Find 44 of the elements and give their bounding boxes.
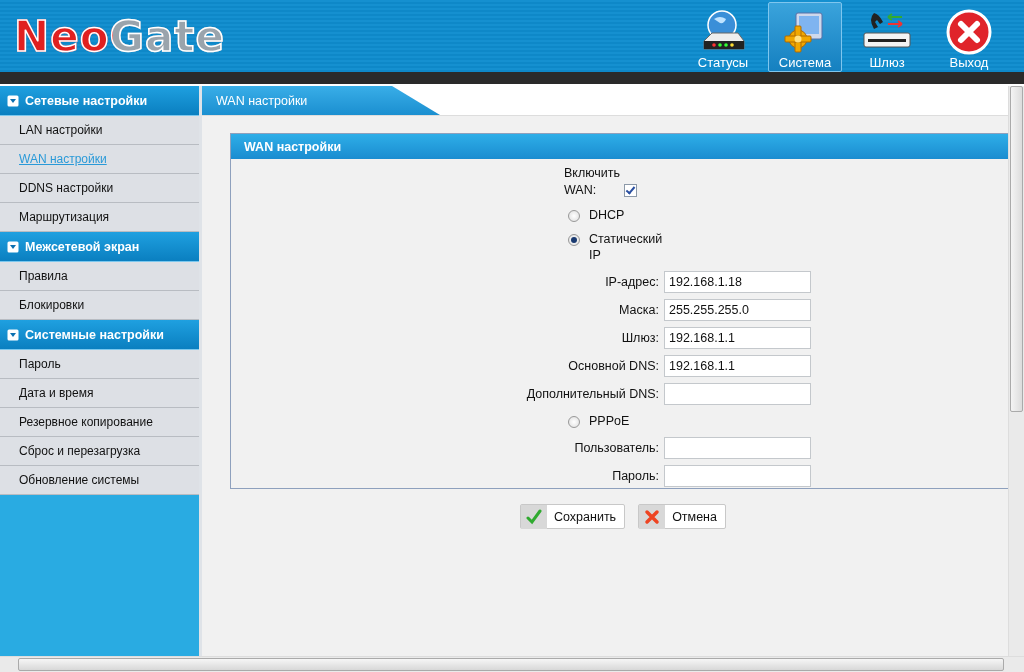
section-header[interactable]: Межсетевой экран — [0, 232, 199, 262]
field-label: IP-адрес: — [604, 275, 659, 289]
radio-label: PPPoE — [589, 413, 631, 429]
checkbox[interactable] — [624, 184, 637, 197]
input-field[interactable]: 192.168.1.18 — [664, 271, 811, 293]
sidebar-link[interactable]: Правила — [19, 269, 68, 283]
input-field[interactable] — [664, 437, 811, 459]
checkbox-label: Включить WAN: — [564, 165, 620, 199]
check-icon — [521, 504, 547, 529]
radio-label: DHCP — [589, 207, 626, 223]
input-field[interactable]: 192.168.1.1 — [664, 327, 811, 349]
collapse-icon — [7, 328, 19, 341]
sidebar-link[interactable]: Дата и время — [19, 386, 94, 400]
input-field[interactable] — [664, 383, 811, 405]
nav-button[interactable]: Система — [768, 2, 842, 72]
section-header[interactable]: Системные настройки — [0, 320, 199, 350]
nav-button[interactable]: Статусы — [686, 2, 760, 72]
collapse-icon — [7, 94, 19, 107]
scrollbar-thumb[interactable] — [18, 658, 1004, 671]
section-header[interactable]: Сетевые настройки — [0, 86, 199, 116]
collapse-icon — [7, 240, 19, 253]
field-label: Основной DNS: — [567, 359, 659, 373]
scrollbar-thumb[interactable] — [1010, 86, 1023, 412]
sidebar-link[interactable]: Блокировки — [19, 298, 85, 312]
field-label: Пользователь: — [573, 441, 659, 455]
cancel-button[interactable]: Отмена — [638, 504, 726, 529]
radio-label: Статический IP — [589, 231, 664, 263]
radio-button[interactable] — [568, 416, 580, 428]
input-field[interactable]: 255.255.255.0 — [664, 299, 811, 321]
sidebar-link[interactable]: Пароль — [19, 357, 61, 371]
panel-title: WAN настройки — [231, 134, 1008, 159]
radio-button[interactable] — [568, 210, 580, 222]
field-label: Шлюз: — [620, 331, 659, 345]
close-icon — [946, 9, 992, 55]
field-label: Дополнительный DNS: — [525, 387, 659, 401]
cross-icon — [639, 504, 666, 529]
radio-button[interactable] — [568, 234, 580, 246]
nav-button[interactable]: Выход — [932, 2, 1006, 72]
input-field[interactable]: 192.168.1.1 — [664, 355, 811, 377]
field-label: Маска: — [618, 303, 659, 317]
nav-button[interactable]: Шлюз — [850, 2, 924, 72]
input-field[interactable] — [664, 465, 811, 487]
save-button[interactable]: Сохранить — [520, 504, 626, 529]
field-label: Пароль: — [611, 469, 659, 483]
